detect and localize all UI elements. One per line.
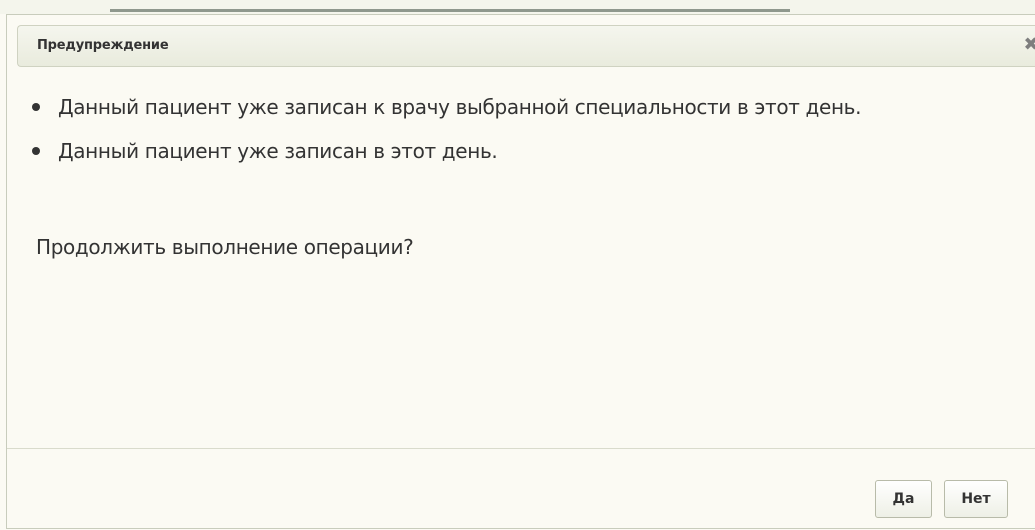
- message-text: Данный пациент уже записан к врачу выбра…: [58, 95, 862, 119]
- background-window: [0, 0, 1035, 14]
- yes-button[interactable]: Да: [875, 480, 932, 518]
- background-strip: [110, 9, 790, 12]
- close-icon[interactable]: ✖: [1022, 35, 1035, 55]
- bullet-icon: [32, 147, 40, 155]
- bullet-icon: [32, 103, 40, 111]
- confirmation-question: Продолжить выполнение операции?: [36, 235, 414, 259]
- message-text: Данный пациент уже записан в этот день.: [58, 139, 498, 163]
- dialog-footer: Да Нет: [7, 448, 1035, 530]
- no-button[interactable]: Нет: [944, 480, 1008, 518]
- warning-dialog: Предупреждение ✖ Данный пациент уже запи…: [6, 14, 1035, 529]
- dialog-titlebar[interactable]: Предупреждение ✖: [17, 25, 1035, 67]
- dialog-title: Предупреждение: [37, 38, 169, 53]
